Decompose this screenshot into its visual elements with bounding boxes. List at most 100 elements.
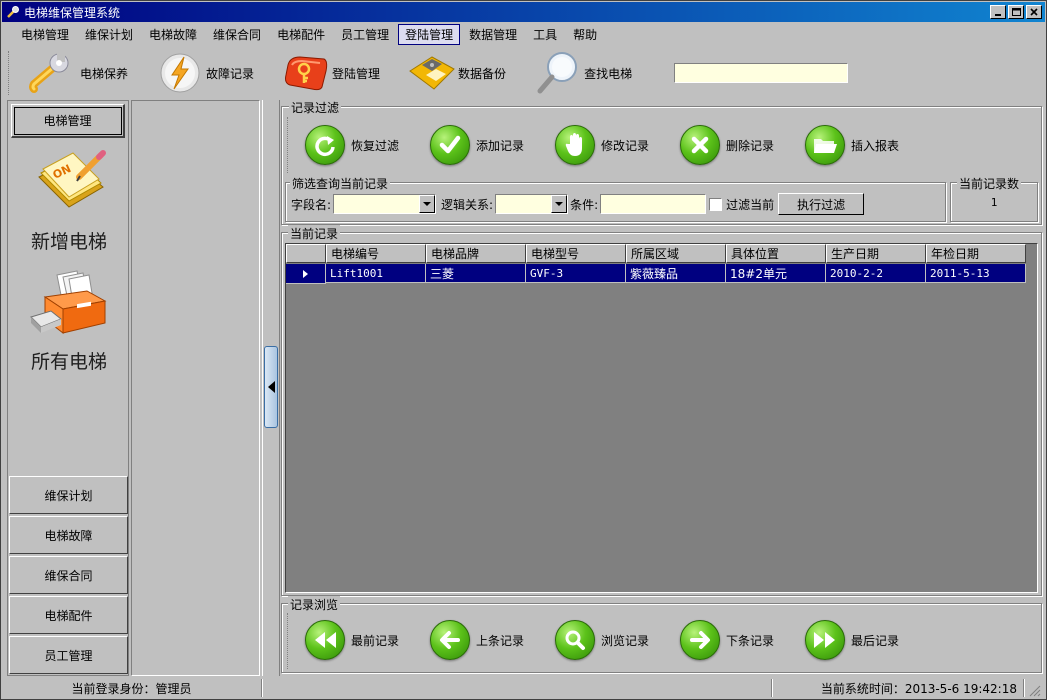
- menu-maintenance-contract[interactable]: 维保合同: [206, 24, 268, 45]
- key-icon: [280, 51, 332, 95]
- nav-section-elevator-fault[interactable]: 电梯故障: [9, 516, 128, 554]
- menu-login-management[interactable]: 登陆管理: [398, 23, 461, 45]
- delete-record-label: 删除记录: [726, 138, 775, 153]
- first-record-button[interactable]: 最前记录: [305, 620, 399, 660]
- toolbar-label: 电梯保养: [80, 66, 129, 81]
- filter-row: 字段名: 逻辑关系: 条件: 过滤当前 执行过滤: [291, 193, 865, 215]
- filter-current-checkbox[interactable]: [709, 197, 723, 211]
- table-cell[interactable]: 2010-2-2: [826, 264, 926, 283]
- grid-header-indicator: [286, 244, 326, 263]
- menu-elevator-management[interactable]: 电梯管理: [14, 24, 76, 45]
- toolbar-data-backup-button[interactable]: 数据备份: [406, 51, 506, 95]
- insert-report-button[interactable]: 插入报表: [805, 125, 899, 165]
- browse-record-button[interactable]: 浏览记录: [555, 620, 649, 660]
- table-cell[interactable]: 紫薇臻品: [626, 264, 726, 283]
- menu-elevator-parts[interactable]: 电梯配件: [270, 24, 332, 45]
- system-time-status: 当前系统时间：2013-5-6 19:42:18: [820, 681, 1017, 696]
- menu-help[interactable]: 帮助: [566, 24, 604, 45]
- table-row[interactable]: Lift1001 三菱 GVF-3 紫薇臻品 18#2单元 2010-2-2 2…: [286, 264, 1026, 284]
- nav-add-elevator[interactable]: ON 新增电梯: [11, 145, 127, 254]
- filter-grip: [287, 117, 289, 173]
- nav-section-maintenance-plan[interactable]: 维保计划: [9, 476, 128, 514]
- column-header[interactable]: 年检日期: [926, 244, 1026, 263]
- records-grid[interactable]: 电梯编号 电梯品牌 电梯型号 所属区域 具体位置 生产日期 年检日期 Lift1…: [285, 243, 1038, 593]
- minimize-icon: [995, 14, 1001, 16]
- toolbar-label: 登陆管理: [332, 66, 381, 81]
- delete-record-button[interactable]: 删除记录: [680, 125, 774, 165]
- notepad-pencil-icon: ON: [11, 145, 127, 225]
- splitter[interactable]: [262, 100, 280, 676]
- tree-panel[interactable]: [131, 100, 260, 676]
- last-record-button[interactable]: 最后记录: [805, 620, 899, 660]
- app-window: 电梯维保管理系统 电梯管理 维保计划 电梯故障 维保合同 电梯配件 员工管理 登…: [0, 0, 1047, 700]
- toolbar-find-elevator-button[interactable]: 查找电梯: [532, 51, 632, 95]
- previous-record-button[interactable]: 上条记录: [430, 620, 524, 660]
- browse-grip: [287, 613, 289, 669]
- previous-record-label: 上条记录: [476, 633, 525, 648]
- edit-record-label: 修改记录: [601, 138, 650, 153]
- double-left-arrow-icon: [305, 620, 345, 660]
- edit-record-button[interactable]: 修改记录: [555, 125, 649, 165]
- menu-elevator-fault[interactable]: 电梯故障: [142, 24, 204, 45]
- minimize-button[interactable]: [990, 5, 1006, 19]
- record-count-group: 当前记录数 1: [950, 175, 1038, 222]
- nav-section-staff-management[interactable]: 员工管理: [9, 636, 128, 674]
- record-filter-title: 记录过滤: [289, 99, 342, 116]
- record-count-value: 1: [990, 196, 998, 209]
- column-header[interactable]: 具体位置: [726, 244, 826, 263]
- toolbar: 电梯保养 故障记录 登陆管理 数据备份 查找电梯: [2, 47, 1045, 99]
- checkmark-icon: [430, 125, 470, 165]
- field-name-label: 字段名:: [291, 197, 332, 212]
- menu-tools[interactable]: 工具: [526, 24, 564, 45]
- menu-data-management[interactable]: 数据管理: [462, 24, 524, 45]
- filing-drawer-icon: [11, 265, 127, 345]
- status-bar: 当前登录身份：管理员 当前系统时间：2013-5-6 19:42:18: [2, 677, 1045, 699]
- column-header[interactable]: 生产日期: [826, 244, 926, 263]
- table-cell[interactable]: 18#2单元: [726, 264, 826, 283]
- maximize-button[interactable]: [1008, 5, 1024, 19]
- column-header[interactable]: 电梯型号: [526, 244, 626, 263]
- last-record-label: 最后记录: [851, 633, 900, 648]
- menu-maintenance-plan[interactable]: 维保计划: [78, 24, 140, 45]
- add-record-label: 添加记录: [476, 138, 525, 153]
- find-elevator-input[interactable]: [674, 63, 849, 83]
- magnifier-icon: [555, 620, 595, 660]
- logic-combo[interactable]: [495, 194, 569, 214]
- toolbar-maintenance-button[interactable]: 电梯保养: [28, 51, 128, 95]
- nav-all-elevators[interactable]: 所有电梯: [11, 265, 127, 374]
- toolbar-fault-record-button[interactable]: 故障记录: [154, 51, 254, 95]
- table-cell[interactable]: Lift1001: [326, 264, 426, 283]
- restore-filter-button[interactable]: 恢复过滤: [305, 125, 399, 165]
- toolbar-login-management-button[interactable]: 登陆管理: [280, 51, 380, 95]
- collapse-panel-button[interactable]: [264, 346, 278, 428]
- table-cell[interactable]: GVF-3: [526, 264, 626, 283]
- record-count-title: 当前记录数: [957, 175, 1022, 192]
- column-header[interactable]: 所属区域: [626, 244, 726, 263]
- record-browse-title: 记录浏览: [288, 596, 341, 613]
- nav-section-maintenance-contract[interactable]: 维保合同: [9, 556, 128, 594]
- refresh-icon: [305, 125, 345, 165]
- nav-add-elevator-label: 新增电梯: [30, 231, 107, 253]
- condition-input[interactable]: [600, 194, 707, 214]
- menu-bar: 电梯管理 维保计划 电梯故障 维保合同 电梯配件 员工管理 登陆管理 数据管理 …: [2, 23, 1045, 45]
- toolbar-grip[interactable]: [8, 51, 11, 95]
- column-header[interactable]: 电梯品牌: [426, 244, 526, 263]
- menu-staff-management[interactable]: 员工管理: [334, 24, 396, 45]
- chevron-down-icon[interactable]: [551, 195, 568, 213]
- resize-grip-icon[interactable]: [1025, 679, 1041, 697]
- column-header[interactable]: 电梯编号: [326, 244, 426, 263]
- field-name-combo[interactable]: [333, 194, 437, 214]
- browse-record-label: 浏览记录: [601, 633, 650, 648]
- lightning-icon: [154, 51, 206, 95]
- next-record-button[interactable]: 下条记录: [680, 620, 774, 660]
- chevron-down-icon[interactable]: [419, 195, 436, 213]
- next-record-label: 下条记录: [726, 633, 775, 648]
- query-group-title: 筛选查询当前记录: [290, 175, 391, 192]
- execute-filter-button[interactable]: 执行过滤: [778, 193, 865, 215]
- table-cell[interactable]: 三菱: [426, 264, 526, 283]
- close-button[interactable]: [1026, 5, 1042, 19]
- table-cell[interactable]: 2011-5-13: [926, 264, 1026, 283]
- nav-elevator-management-button[interactable]: 电梯管理: [11, 104, 125, 138]
- add-record-button[interactable]: 添加记录: [430, 125, 524, 165]
- nav-section-elevator-parts[interactable]: 电梯配件: [9, 596, 128, 634]
